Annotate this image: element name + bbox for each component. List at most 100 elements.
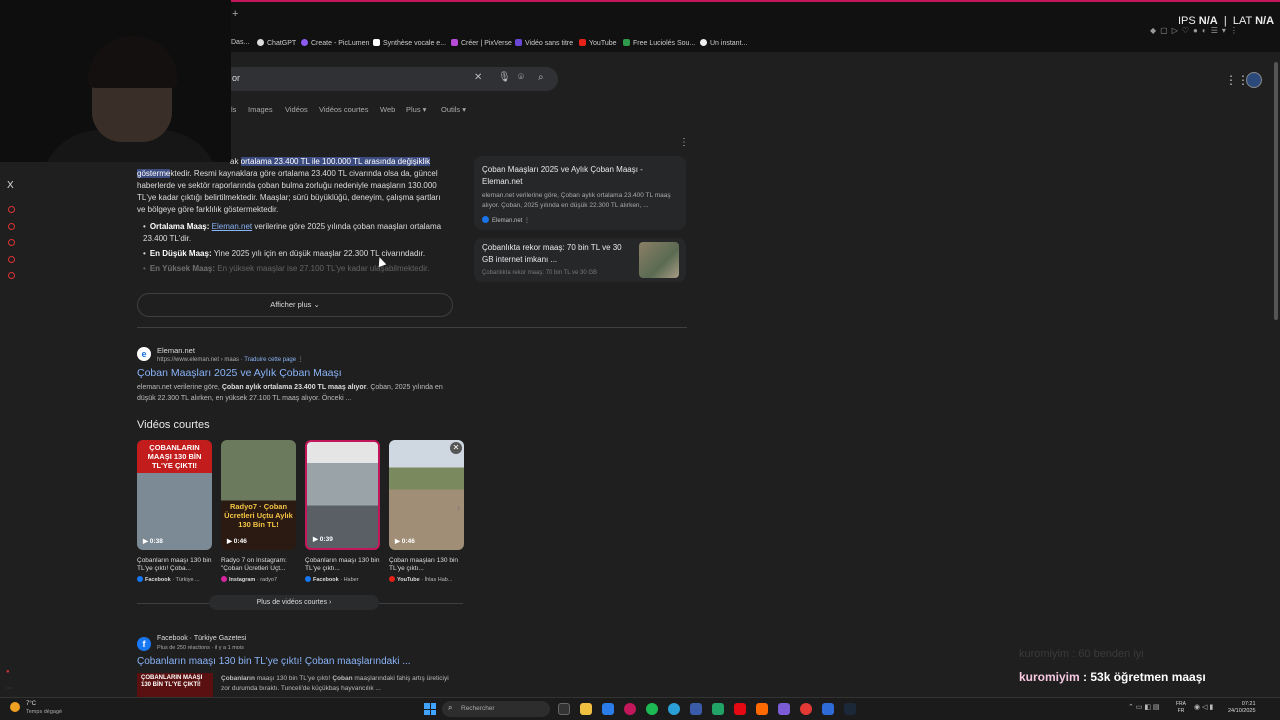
bullet-label: Ortalama Maaş: <box>149 222 210 231</box>
chevron-right-icon[interactable]: › <box>457 503 460 514</box>
result-meta: Plus de 250 réactions · il y a 1 mois <box>157 645 244 651</box>
video-title[interactable]: Radyo 7 on Instagram: "Çoban Ücretleri U… <box>221 557 296 573</box>
sidebar-icon[interactable] <box>8 256 15 263</box>
app-icon[interactable] <box>800 703 812 715</box>
video-card[interactable]: ÇOBANLARIN MAAŞI 130 BİN TL'YE ÇIKTI! ▶ … <box>137 440 212 583</box>
x-icon[interactable]: X <box>7 180 14 191</box>
divider <box>137 327 687 328</box>
facebook-icon <box>137 576 143 582</box>
app-icon[interactable] <box>778 703 790 715</box>
sidebar-icon[interactable] <box>8 223 15 230</box>
more-short-videos-button[interactable]: Plus de vidéos courtes › <box>209 595 379 610</box>
bookmark-item[interactable]: Create - PicLumen <box>301 39 369 47</box>
scrollbar-thumb[interactable] <box>1274 62 1278 320</box>
card-title[interactable]: Çobanlıkta rekor maaş: 70 bin TL ve 30 G… <box>482 242 632 266</box>
app-icon[interactable] <box>602 703 614 715</box>
steam-icon[interactable] <box>844 703 856 715</box>
spotify-icon[interactable] <box>646 703 658 715</box>
card-thumbnail[interactable] <box>639 242 679 278</box>
bookmark-item[interactable]: Un instant... <box>700 39 747 47</box>
sidebar-icon[interactable] <box>8 272 15 279</box>
weather-desc[interactable]: Temps dégagé <box>26 709 62 715</box>
taskbar-search[interactable]: ⌕ Rechercher <box>442 701 550 717</box>
app-icon[interactable] <box>756 703 768 715</box>
translate-link[interactable]: Traduire cette page <box>244 357 296 363</box>
bookmark-item[interactable]: YouTube <box>579 39 617 47</box>
video-title[interactable]: Çoban maaşları 130 bin TL'ye çıktı... <box>389 557 464 573</box>
video-title[interactable]: Çobanların maaşı 130 bin TL'ye çıktı... <box>305 557 380 573</box>
result-site-name[interactable]: Eleman.net <box>157 346 195 355</box>
search-input[interactable]: or <box>232 73 240 83</box>
bookmark-item[interactable]: Créer | PixVerse <box>451 39 512 47</box>
video-duration: ▶ 0:38 <box>143 538 163 545</box>
sidebar-icon[interactable] <box>8 239 15 246</box>
tab-all[interactable]: ls <box>231 105 236 114</box>
bookmark-item[interactable]: Vidéo sans titre <box>515 39 573 47</box>
close-icon[interactable]: ✕ <box>450 442 462 454</box>
source-link[interactable]: Eleman.net <box>212 222 252 231</box>
clear-icon[interactable]: ✕ <box>474 72 482 83</box>
file-explorer-icon[interactable] <box>580 703 592 715</box>
task-view-icon[interactable] <box>558 703 570 715</box>
result-title[interactable]: Çoban Maaşları 2025 ve Aylık Çoban Maaşı <box>137 367 342 379</box>
microphone-icon[interactable]: 🎙 <box>498 72 511 83</box>
result-site-name[interactable]: Facebook · Türkiye Gazetesi <box>157 635 246 642</box>
app-icon[interactable] <box>822 703 834 715</box>
new-tab-button[interactable]: + <box>232 8 238 20</box>
video-card[interactable]: Radyo7 · Çoban Ücretleri Uçtu Aylık 130 … <box>221 440 296 583</box>
video-thumbnail[interactable]: ▶ 0:46 <box>389 440 464 550</box>
card-title[interactable]: Çoban Maaşları 2025 ve Aylık Çoban Maaşı… <box>482 164 678 188</box>
tab-videos[interactable]: Vidéos <box>285 105 308 114</box>
netflix-icon[interactable] <box>734 703 746 715</box>
source-card[interactable]: Çoban Maaşları 2025 ve Aylık Çoban Maaşı… <box>474 156 686 230</box>
lat-value: N/A <box>1255 15 1275 27</box>
opera-icon[interactable] <box>624 703 636 715</box>
video-thumbnail[interactable]: ▶ 0:39 <box>305 440 380 550</box>
tray-icons[interactable]: ⌃ ▭ ◧ ▤ <box>1128 703 1160 711</box>
clock[interactable]: 07:21 24/10/2025 <box>1228 701 1256 715</box>
sun-icon[interactable] <box>10 702 20 712</box>
video-title[interactable]: Çobanların maaşı 130 bin TL'ye çıktı! Ço… <box>137 557 212 573</box>
video-thumbnail[interactable]: ÇOBANLARIN MAAŞI 130 BİN TL'YE ÇIKTI! ▶ … <box>137 440 212 550</box>
sidebar-icon[interactable]: ● <box>6 669 10 675</box>
show-more-button[interactable]: Afficher plus ⌄ <box>137 293 453 317</box>
edge-icon[interactable] <box>668 703 680 715</box>
tab-more[interactable]: Plus ▾ <box>406 105 426 114</box>
chat-message: kuromiyim : 53k öğretmen maaşı <box>1019 670 1206 684</box>
result-thumbnail[interactable]: ÇOBANLARIN MAAŞI 130 BİN TL'YE ÇIKTI! <box>137 673 213 697</box>
weather-temp[interactable]: 7°C <box>26 701 36 707</box>
more-options-icon[interactable]: ⋮ <box>679 137 689 148</box>
source-card[interactable]: Çobanlıkta rekor maaş: 70 bin TL ve 30 G… <box>474 238 686 282</box>
result-snippet: Çobanların maaşı 130 bin TL'ye çıktı! Ço… <box>221 675 449 692</box>
search-icon[interactable]: ⌕ <box>538 72 544 83</box>
language-indicator[interactable]: FRA FR <box>1176 701 1186 715</box>
sidebar-icon[interactable] <box>8 206 15 213</box>
result-title[interactable]: Çobanların maaşı 130 bin TL'ye çıktı! Ço… <box>137 656 411 667</box>
bookmark-item[interactable]: Das... <box>231 39 249 46</box>
tab-tools[interactable]: Outils ▾ <box>441 105 466 114</box>
ai-intro-prefix: ak <box>230 157 241 166</box>
tab-short-videos[interactable]: Vidéos courtes <box>319 105 368 114</box>
video-card[interactable]: ▶ 0:39 Çobanların maaşı 130 bin TL'ye çı… <box>305 440 380 583</box>
avatar[interactable] <box>1246 72 1262 88</box>
lens-icon[interactable]: ⌾ <box>518 72 524 83</box>
app-icon[interactable] <box>690 703 702 715</box>
windows-start-icon[interactable] <box>424 703 436 715</box>
result-url[interactable]: https://www.eleman.net › maas · Traduire… <box>157 356 304 363</box>
facebook-icon: f <box>137 637 151 651</box>
taskbar-search-placeholder: Rechercher <box>461 705 495 712</box>
sidebar-icon[interactable]: ⋯ <box>6 685 12 692</box>
tab-images[interactable]: Images <box>248 105 273 114</box>
extension-icons[interactable]: ◆▢▷♡●◐☰▾⋮ <box>1150 26 1242 35</box>
video-source: Facebook · Türkiye ... <box>137 576 212 583</box>
video-thumbnail[interactable]: Radyo7 · Çoban Ücretleri Uçtu Aylık 130 … <box>221 440 296 550</box>
tab-web[interactable]: Web <box>380 105 395 114</box>
bookmark-item[interactable]: ChatGPT <box>257 39 296 47</box>
network-volume-icons[interactable]: ◉ ◁ ▮ <box>1194 703 1213 711</box>
excel-icon[interactable] <box>712 703 724 715</box>
bookmark-item[interactable]: Synthèse vocale e... <box>373 39 446 47</box>
bookmark-item[interactable]: Free Luciolés Sou... <box>623 39 695 47</box>
search-box[interactable]: or ✕ 🎙 ⌾ ⌕ <box>222 67 558 91</box>
video-card[interactable]: ▶ 0:46 Çoban maaşları 130 bin TL'ye çıkt… <box>389 440 464 583</box>
ai-overview-text: ak ortalama 23.400 TL ile 100.000 TL ara… <box>137 156 449 216</box>
